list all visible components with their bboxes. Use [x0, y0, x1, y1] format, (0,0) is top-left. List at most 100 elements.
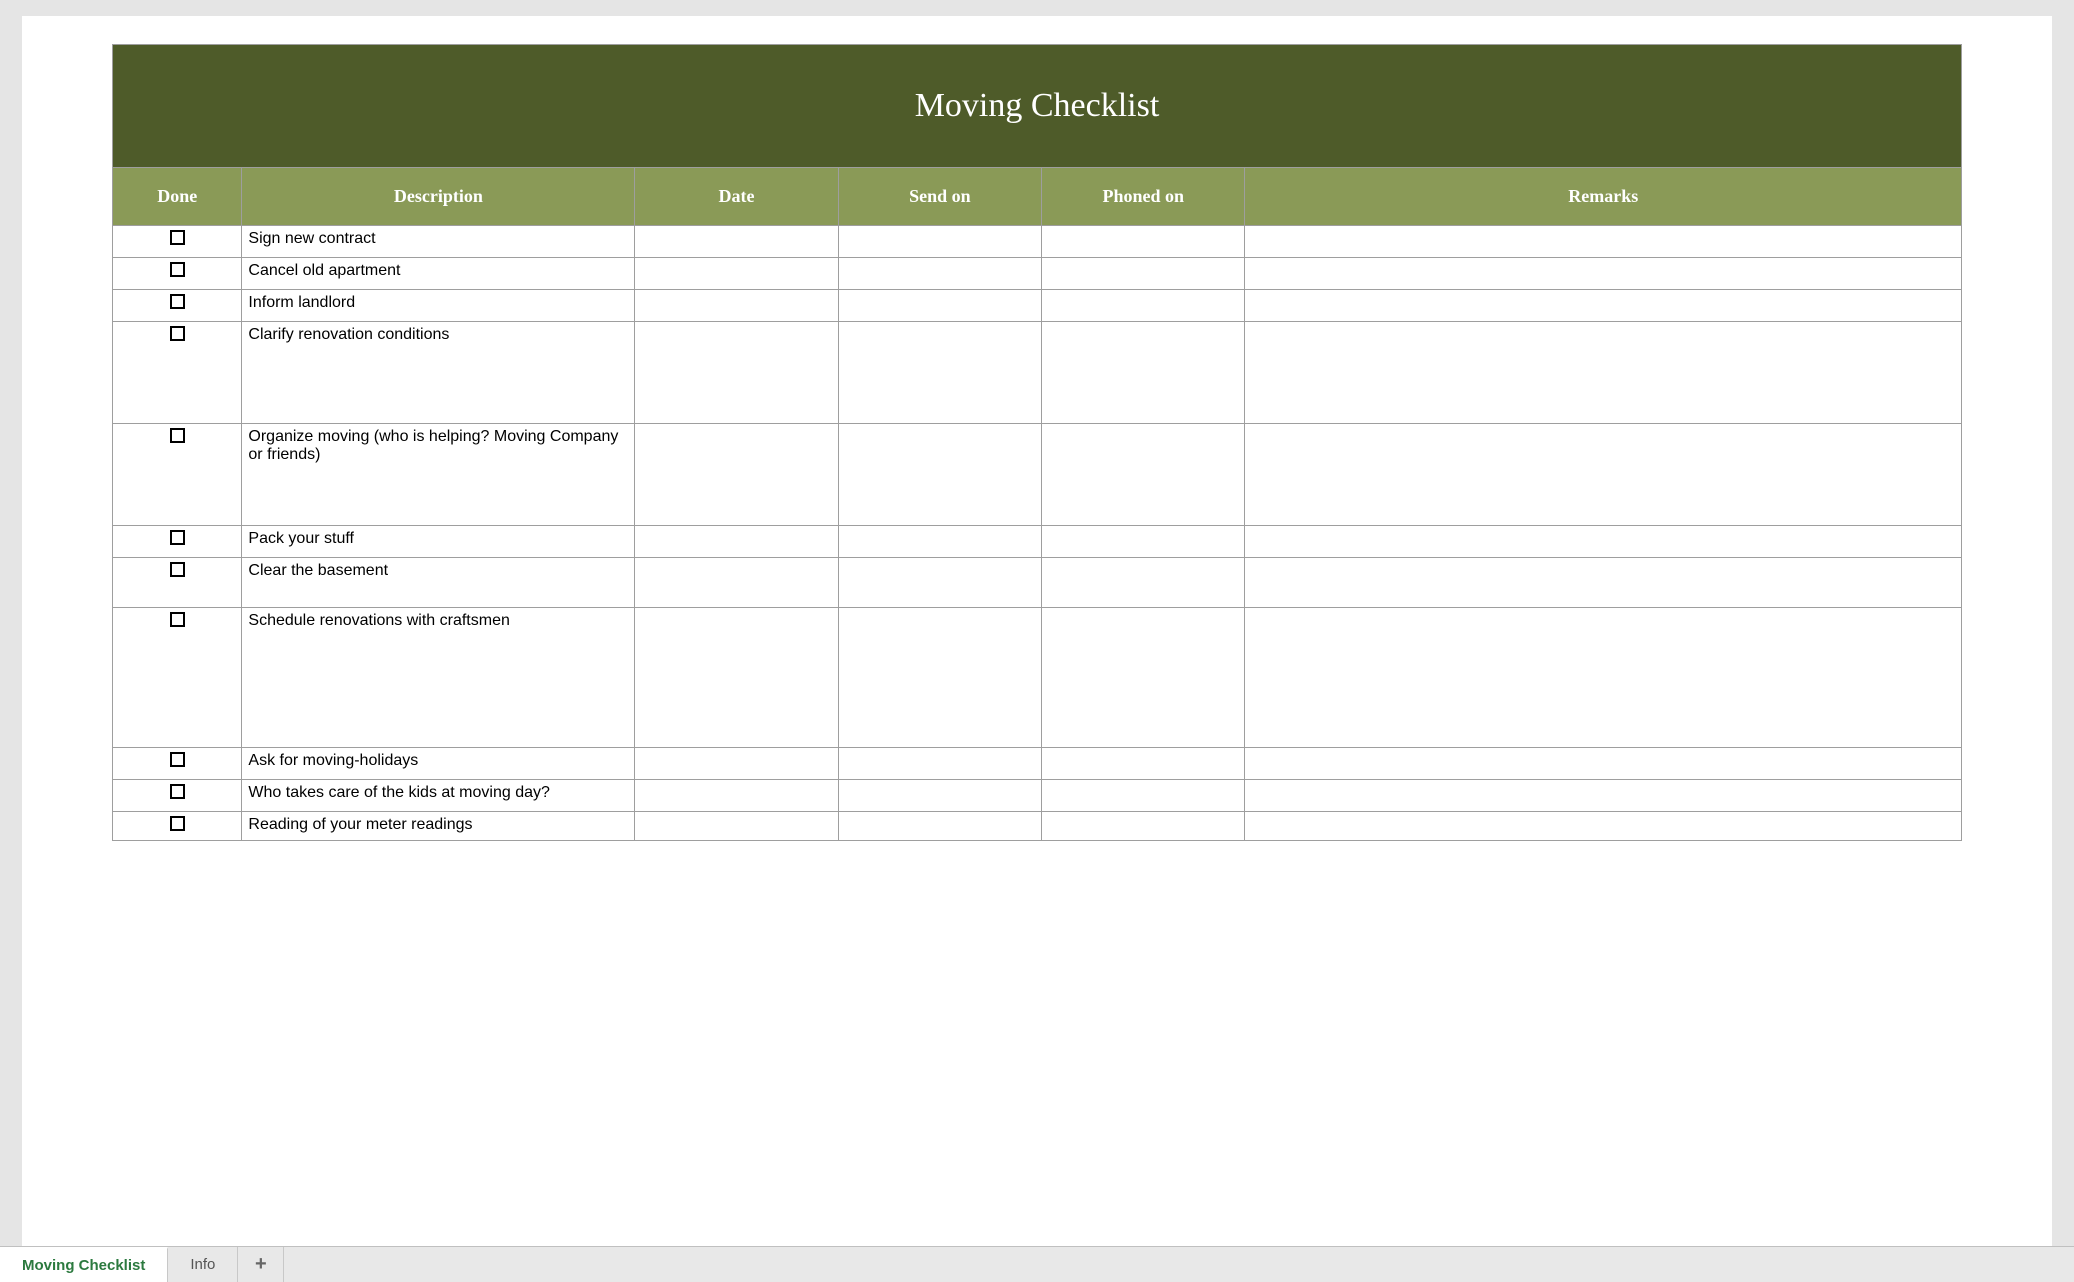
cell-remarks[interactable] — [1245, 424, 1962, 526]
cell-send-on[interactable] — [838, 608, 1041, 748]
cell-date[interactable] — [635, 424, 838, 526]
cell-send-on[interactable] — [838, 290, 1041, 322]
cell-done[interactable] — [113, 558, 242, 608]
checkbox-icon[interactable] — [170, 784, 185, 799]
cell-date[interactable] — [635, 258, 838, 290]
cell-remarks[interactable] — [1245, 526, 1962, 558]
cell-date[interactable] — [635, 290, 838, 322]
cell-phoned-on[interactable] — [1042, 290, 1245, 322]
cell-done[interactable] — [113, 290, 242, 322]
add-sheet-button[interactable]: + — [238, 1247, 284, 1282]
cell-date[interactable] — [635, 780, 838, 812]
cell-description[interactable]: Inform landlord — [242, 290, 635, 322]
cell-phoned-on[interactable] — [1042, 322, 1245, 424]
cell-send-on[interactable] — [838, 258, 1041, 290]
checkbox-icon[interactable] — [170, 326, 185, 341]
cell-date[interactable] — [635, 526, 838, 558]
cell-date[interactable] — [635, 322, 838, 424]
cell-done[interactable] — [113, 780, 242, 812]
cell-description[interactable]: Clear the basement — [242, 558, 635, 608]
cell-done[interactable] — [113, 424, 242, 526]
cell-remarks[interactable] — [1245, 322, 1962, 424]
table-row: Reading of your meter readings — [113, 812, 1962, 841]
cell-done[interactable] — [113, 526, 242, 558]
cell-description[interactable]: Cancel old apartment — [242, 258, 635, 290]
cell-send-on[interactable] — [838, 424, 1041, 526]
cell-description[interactable]: Clarify renovation conditions — [242, 322, 635, 424]
cell-description[interactable]: Reading of your meter readings — [242, 812, 635, 841]
sheet-tab-info[interactable]: Info — [168, 1247, 238, 1282]
checkbox-icon[interactable] — [170, 294, 185, 309]
cell-remarks[interactable] — [1245, 226, 1962, 258]
checkbox-icon[interactable] — [170, 262, 185, 277]
cell-date[interactable] — [635, 748, 838, 780]
col-header-date[interactable]: Date — [635, 168, 838, 226]
checkbox-icon[interactable] — [170, 752, 185, 767]
cell-description[interactable]: Sign new contract — [242, 226, 635, 258]
table-header-row: Done Description Date Send on Phoned on … — [113, 168, 1962, 226]
cell-phoned-on[interactable] — [1042, 258, 1245, 290]
cell-done[interactable] — [113, 812, 242, 841]
checkbox-icon[interactable] — [170, 562, 185, 577]
cell-description[interactable]: Ask for moving-holidays — [242, 748, 635, 780]
checkbox-icon[interactable] — [170, 612, 185, 627]
cell-send-on[interactable] — [838, 748, 1041, 780]
cell-send-on[interactable] — [838, 526, 1041, 558]
cell-phoned-on[interactable] — [1042, 226, 1245, 258]
cell-done[interactable] — [113, 322, 242, 424]
cell-remarks[interactable] — [1245, 290, 1962, 322]
col-header-send-on[interactable]: Send on — [838, 168, 1041, 226]
cell-send-on[interactable] — [838, 780, 1041, 812]
table-row: Pack your stuff — [113, 526, 1962, 558]
table-row: Inform landlord — [113, 290, 1962, 322]
table-row: Cancel old apartment — [113, 258, 1962, 290]
cell-date[interactable] — [635, 608, 838, 748]
cell-send-on[interactable] — [838, 812, 1041, 841]
table-row: Ask for moving-holidays — [113, 748, 1962, 780]
cell-date[interactable] — [635, 226, 838, 258]
table-row: Clear the basement — [113, 558, 1962, 608]
table-row: Sign new contract — [113, 226, 1962, 258]
cell-send-on[interactable] — [838, 226, 1041, 258]
checkbox-icon[interactable] — [170, 428, 185, 443]
cell-remarks[interactable] — [1245, 558, 1962, 608]
cell-description[interactable]: Schedule renovations with craftsmen — [242, 608, 635, 748]
cell-description[interactable]: Pack your stuff — [242, 526, 635, 558]
cell-done[interactable] — [113, 748, 242, 780]
cell-remarks[interactable] — [1245, 608, 1962, 748]
checkbox-icon[interactable] — [170, 530, 185, 545]
sheet-tabs: Moving Checklist Info + — [0, 1246, 2074, 1282]
cell-done[interactable] — [113, 226, 242, 258]
cell-remarks[interactable] — [1245, 748, 1962, 780]
page: Moving Checklist Done Description — [22, 16, 2052, 1246]
table-row: Clarify renovation conditions — [113, 322, 1962, 424]
cell-phoned-on[interactable] — [1042, 424, 1245, 526]
cell-send-on[interactable] — [838, 558, 1041, 608]
cell-send-on[interactable] — [838, 322, 1041, 424]
cell-phoned-on[interactable] — [1042, 608, 1245, 748]
cell-phoned-on[interactable] — [1042, 558, 1245, 608]
cell-phoned-on[interactable] — [1042, 748, 1245, 780]
cell-date[interactable] — [635, 558, 838, 608]
cell-done[interactable] — [113, 258, 242, 290]
document-title: Moving Checklist — [112, 44, 1962, 167]
col-header-description[interactable]: Description — [242, 168, 635, 226]
col-header-done[interactable]: Done — [113, 168, 242, 226]
col-header-remarks[interactable]: Remarks — [1245, 168, 1962, 226]
cell-phoned-on[interactable] — [1042, 526, 1245, 558]
cell-done[interactable] — [113, 608, 242, 748]
cell-phoned-on[interactable] — [1042, 780, 1245, 812]
cell-date[interactable] — [635, 812, 838, 841]
table-row: Organize moving (who is helping? Moving … — [113, 424, 1962, 526]
cell-description[interactable]: Organize moving (who is helping? Moving … — [242, 424, 635, 526]
cell-description[interactable]: Who takes care of the kids at moving day… — [242, 780, 635, 812]
document-area: Moving Checklist Done Description — [0, 0, 2074, 1246]
cell-remarks[interactable] — [1245, 812, 1962, 841]
col-header-phoned-on[interactable]: Phoned on — [1042, 168, 1245, 226]
cell-remarks[interactable] — [1245, 258, 1962, 290]
checkbox-icon[interactable] — [170, 230, 185, 245]
sheet-tab-moving-checklist[interactable]: Moving Checklist — [0, 1247, 168, 1282]
checkbox-icon[interactable] — [170, 816, 185, 831]
cell-remarks[interactable] — [1245, 780, 1962, 812]
cell-phoned-on[interactable] — [1042, 812, 1245, 841]
